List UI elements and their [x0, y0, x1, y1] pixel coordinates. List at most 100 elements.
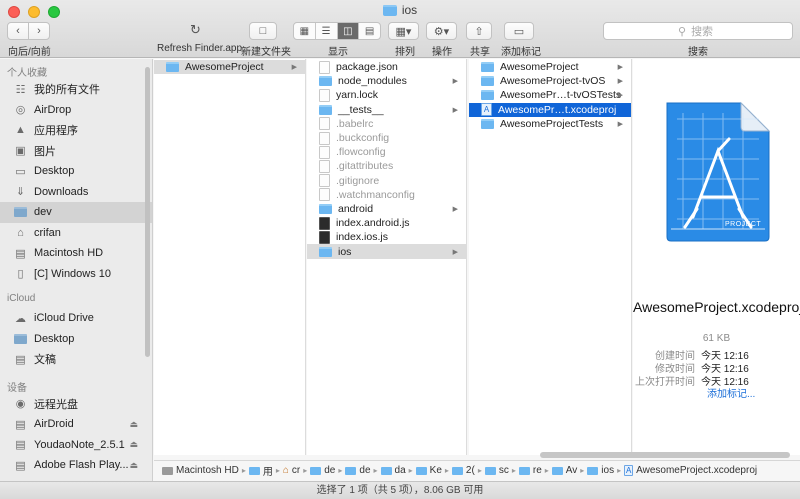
- share-label: 共享: [470, 47, 490, 58]
- sidebar-item[interactable]: ▤ 文稿: [0, 349, 152, 370]
- favorites-header: 个人收藏: [7, 68, 47, 79]
- path-segment-label: Av: [565, 465, 578, 476]
- gear-icon: ⚙▾: [433, 25, 450, 38]
- eject-icon[interactable]: ⏏: [129, 460, 138, 471]
- horizontal-scrollbar[interactable]: [540, 452, 790, 458]
- file-row[interactable]: AwesomeProjectTests ▶: [469, 117, 631, 131]
- back-button[interactable]: ‹: [7, 22, 29, 40]
- file-row[interactable]: index.android.js: [307, 216, 466, 230]
- path-segment[interactable]: re: [518, 465, 542, 476]
- path-segment[interactable]: Av: [551, 465, 578, 476]
- documents-icon: ▤: [15, 353, 26, 366]
- file-row[interactable]: package.json: [307, 60, 466, 74]
- path-segment[interactable]: Ke: [415, 465, 442, 476]
- path-segment[interactable]: A AwesomeProject.xcodeproj: [624, 465, 757, 476]
- file-row[interactable]: AwesomePr…t-tvOSTests ▶: [469, 88, 631, 102]
- file-name: AwesomeProjectTests: [500, 117, 604, 130]
- arrange-button[interactable]: ▦▾: [388, 22, 419, 40]
- sidebar-item-label: Desktop: [34, 165, 75, 178]
- sidebar-item[interactable]: ⌂ crifan: [0, 223, 152, 244]
- sidebar-item[interactable]: Desktop: [0, 329, 152, 350]
- sidebar-item[interactable]: ⇓ Downloads: [0, 182, 152, 203]
- folder-icon: [484, 466, 496, 475]
- eject-icon[interactable]: ⏏: [129, 439, 138, 450]
- sidebar-item[interactable]: ▤ Adobe Flash Play... ⏏: [0, 455, 152, 476]
- favorites-list: ☷ 我的所有文件 ◎ AirDrop ▲ 应用程序 ▣ 图片 ▭ Desktop ⇓ Download…: [0, 79, 152, 284]
- action-button[interactable]: ⚙▾: [426, 22, 457, 40]
- file-row[interactable]: AwesomeProject-tvOS ▶: [469, 74, 631, 88]
- path-segment-label: de: [324, 465, 336, 476]
- refresh-finder-button-label[interactable]: Refresh Finder.app: [157, 43, 242, 54]
- sidebar-scrollbar[interactable]: [145, 67, 150, 357]
- file-row[interactable]: .watchmanconfig: [307, 188, 466, 202]
- file-icon: [319, 159, 330, 173]
- file-row[interactable]: .gitattributes: [307, 159, 466, 173]
- path-segment[interactable]: de: [310, 465, 335, 476]
- file-row[interactable]: .buckconfig: [307, 131, 466, 145]
- sidebar-item-label: Adobe Flash Play...: [34, 459, 129, 472]
- refresh-icon[interactable]: ↻: [190, 22, 201, 38]
- list-view-icon[interactable]: ☰: [316, 23, 338, 39]
- path-segment[interactable]: da: [380, 465, 406, 476]
- column-view-icon[interactable]: ◫: [337, 23, 360, 39]
- file-row[interactable]: .flowconfig: [307, 145, 466, 159]
- action-label: 操作: [432, 47, 452, 58]
- path-segment[interactable]: 用: [248, 463, 273, 478]
- sidebar-item[interactable]: ▲ 应用程序: [0, 120, 152, 141]
- gallery-view-icon[interactable]: ▤: [359, 23, 380, 39]
- path-segment[interactable]: de: [345, 465, 371, 476]
- path-segment[interactable]: ⌂ cr: [283, 465, 300, 476]
- toolbar: ios ‹ › 向后/向前 ↻ Refresh Finder.app □ 新建文…: [0, 0, 800, 58]
- path-segment[interactable]: sc: [484, 465, 509, 476]
- sidebar-item[interactable]: ☷ 我的所有文件: [0, 79, 152, 100]
- file-row[interactable]: __tests__ ▶: [307, 103, 466, 117]
- sidebar-item[interactable]: ▤ AirDroid ⏏: [0, 414, 152, 435]
- sidebar-item[interactable]: ☁ iCloud Drive: [0, 308, 152, 329]
- folder-icon: [14, 206, 27, 218]
- sidebar-item[interactable]: ▯ [C] Windows 10: [0, 264, 152, 285]
- search-label: 搜索: [688, 47, 708, 58]
- file-row[interactable]: .gitignore: [307, 174, 466, 188]
- path-segment[interactable]: ios: [587, 465, 614, 476]
- file-row[interactable]: node_modules ▶: [307, 74, 466, 88]
- file-row[interactable]: android ▶: [307, 202, 466, 216]
- view-mode-control[interactable]: ▦ ☰ ◫ ▤: [293, 22, 381, 40]
- file-row[interactable]: A AwesomePr…t.xcodeproj: [469, 102, 631, 117]
- pictures-icon: ▣: [15, 145, 26, 158]
- disclosure-arrow-icon: ▶: [617, 64, 623, 72]
- new-folder-button[interactable]: □: [249, 22, 277, 40]
- file-row[interactable]: ios ▶: [307, 244, 466, 259]
- devices-header: 设备: [7, 382, 27, 394]
- file-name: node_modules: [338, 75, 407, 88]
- forward-button[interactable]: ›: [28, 22, 50, 40]
- file-icon: [319, 174, 330, 188]
- sidebar-item[interactable]: dev: [0, 202, 152, 223]
- add-tags-button[interactable]: ▭: [504, 22, 534, 40]
- file-row[interactable]: yarn.lock: [307, 88, 466, 102]
- path-segment-label: re: [532, 465, 542, 476]
- preview-filename: AwesomeProject.xcodeproj: [633, 299, 800, 315]
- file-row[interactable]: .babelrc: [307, 117, 466, 131]
- devices-list: ◉ 远程光盘 ▤ AirDroid ⏏ ▤ YoudaoNote_2.5.1 ⏏ ▤ Adobe …: [0, 394, 152, 481]
- sidebar-item[interactable]: ▣ 图片: [0, 141, 152, 162]
- sidebar-item[interactable]: ▭ Desktop: [0, 161, 152, 182]
- file-row[interactable]: index.ios.js: [307, 230, 466, 244]
- sidebar-item-label: Macintosh HD: [34, 247, 104, 260]
- file-row[interactable]: AwesomeProject ▶: [469, 60, 631, 74]
- sidebar-item[interactable]: ◎ AirDrop: [0, 100, 152, 121]
- share-button[interactable]: ⇧: [466, 22, 492, 40]
- icon-view-icon[interactable]: ▦: [294, 23, 316, 39]
- search-field[interactable]: ⚲ 搜索: [603, 22, 793, 40]
- eject-icon[interactable]: ⏏: [129, 419, 138, 430]
- add-tags-link[interactable]: 添加标记...: [707, 385, 755, 400]
- path-segment[interactable]: Macintosh HD: [162, 465, 239, 476]
- sidebar-item[interactable]: ◉ 远程光盘: [0, 394, 152, 415]
- folder-icon: [310, 466, 322, 475]
- sidebar-item[interactable]: ▤ Macintosh HD: [0, 243, 152, 264]
- file-name: ios: [338, 245, 352, 258]
- path-segment-label: AwesomeProject.xcodeproj: [636, 465, 758, 476]
- sidebar-item-label: 图片: [34, 145, 56, 158]
- path-segment[interactable]: 2(: [451, 465, 475, 476]
- sidebar-item[interactable]: ▤ YoudaoNote_2.5.1 ⏏: [0, 435, 152, 456]
- file-row[interactable]: AwesomeProject ▶: [154, 60, 305, 75]
